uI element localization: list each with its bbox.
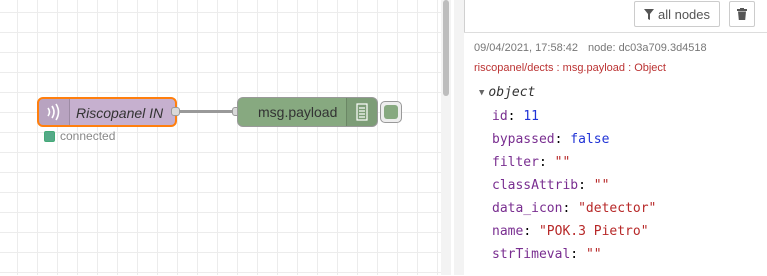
filter-label: all nodes [657,6,711,22]
status-text: connected [60,129,116,143]
property-value: "" [585,247,602,262]
property-value: "" [593,178,610,193]
debug-toggle-indicator [384,105,398,119]
riscopanel-in-node[interactable]: Riscopanel IN [37,97,177,127]
message-topic: riscopanel/dects : msg.payload : Object [474,62,666,74]
status-dot [44,130,55,142]
node-status: connected [44,129,115,143]
property-row[interactable]: data_icon: "detector" [492,201,656,216]
message-meta: 09/04/2021, 17:58:42 node: dc03a709.3d451… [474,42,707,54]
output-port[interactable] [171,107,180,116]
property-value: 11 [523,109,539,124]
property-row[interactable]: id: 11 [492,109,539,124]
property-row[interactable]: classAttrib: "" [492,178,609,193]
property-value: "POK.3 Pietro" [538,224,649,239]
property-key: name [492,224,524,239]
property-row[interactable]: filter: "" [492,155,570,170]
property-value: "" [554,155,571,170]
node-label: Riscopanel IN [76,105,164,121]
property-key: id [492,109,508,124]
message-timestamp: 09/04/2021, 17:58:42 [474,42,578,54]
scrollbar-thumb[interactable] [443,0,449,96]
filter-icon [643,8,654,20]
property-key: filter [492,155,539,170]
property-key: classAttrib [492,178,579,193]
clear-messages-button[interactable] [729,1,755,27]
caret-down-icon: ▼ [479,87,485,98]
filter-nodes-button[interactable]: all nodes [634,1,720,27]
list-icon [346,98,377,126]
canvas-scrollbar[interactable] [441,0,451,275]
property-value: "detector" [578,201,657,216]
debug-messages-panel[interactable]: 09/04/2021, 17:58:42 node: dc03a709.3d451… [464,32,767,276]
debug-node[interactable]: msg.payload [237,97,378,127]
debug-toggle-button[interactable] [380,101,402,123]
connection-wire[interactable] [180,110,236,113]
property-key: bypassed [492,132,555,147]
property-key: strTimeval [492,247,571,262]
property-row[interactable]: strTimeval: "" [492,247,602,262]
object-type-label: object [488,85,536,100]
property-value: false [570,132,610,147]
object-toggle[interactable]: ▼ object [479,85,535,100]
property-row[interactable]: bypassed: false [492,132,609,147]
flow-canvas[interactable]: Riscopanel IN connected msg.payload [0,0,441,275]
wireless-icon [39,99,70,125]
property-row[interactable]: name: "POK.3 Pietro" [492,224,649,239]
message-node-id[interactable]: node: dc03a709.3d4518 [588,42,707,54]
trash-icon [737,8,747,20]
property-key: data_icon [492,201,563,216]
node-label: msg.payload [258,104,338,120]
